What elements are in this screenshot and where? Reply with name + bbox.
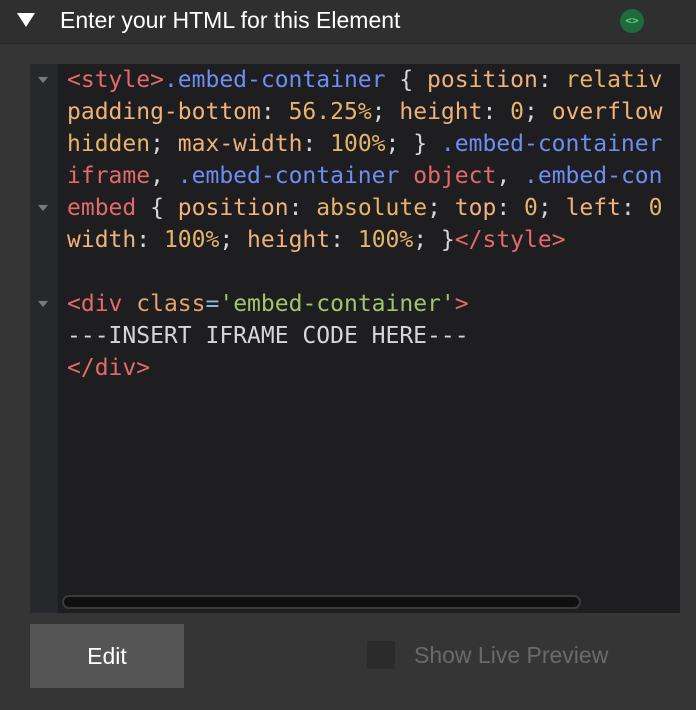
code-token: : — [537, 67, 566, 93]
code-token: : — [288, 195, 317, 221]
code-token: .embed-container — [440, 131, 663, 157]
code-token: max-width — [177, 131, 303, 157]
code-token: 0 — [648, 195, 663, 221]
code-token: ; — [524, 99, 552, 125]
code-token: absolute — [316, 195, 428, 221]
panel-header[interactable]: Enter your HTML for this Element <> — [0, 0, 696, 44]
code-token: class — [136, 291, 206, 317]
code-token: ; } — [413, 227, 455, 253]
code-content[interactable]: <style>.embed-container { position: rela… — [67, 64, 680, 384]
code-token: height — [399, 99, 483, 125]
code-token: </style> — [454, 227, 566, 253]
code-token: { — [385, 67, 428, 93]
code-line[interactable]: ---INSERT IFRAME CODE HERE--- — [67, 320, 680, 352]
code-token: 'embed-container' — [219, 291, 455, 317]
code-token: : — [482, 99, 511, 125]
code-token: ---INSERT IFRAME CODE HERE--- — [67, 323, 469, 349]
code-token: <div — [67, 291, 123, 317]
code-line[interactable]: </div> — [67, 352, 680, 384]
code-token: : — [260, 99, 289, 125]
code-token: .embed-container — [177, 163, 400, 189]
code-editor[interactable]: <style>.embed-container { position: rela… — [30, 64, 680, 613]
code-line[interactable]: padding-bottom: 56.25%; height: 0; overf… — [67, 96, 680, 128]
code-token: relativ — [565, 67, 663, 93]
code-token: 100% — [357, 227, 414, 253]
live-preview-label[interactable]: Show Live Preview — [414, 641, 608, 669]
code-token: object — [413, 163, 497, 189]
code-token: .embed-con — [524, 163, 663, 189]
code-line[interactable]: <div class='embed-container'> — [67, 288, 680, 320]
code-token: position — [427, 67, 538, 93]
editor-gutter — [30, 64, 58, 613]
code-token: ; — [371, 99, 400, 125]
code-token: position — [177, 195, 289, 221]
code-line[interactable]: iframe, .embed-container object, .embed-… — [67, 160, 680, 192]
html-element-panel: Enter your HTML for this Element <> <sty… — [0, 0, 696, 710]
code-token: left — [565, 195, 621, 221]
fold-arrow-icon[interactable] — [38, 301, 48, 307]
horizontal-scrollbar[interactable] — [62, 595, 581, 609]
code-token: : — [496, 195, 525, 221]
code-token: top — [454, 195, 497, 221]
code-token: = — [205, 291, 220, 317]
live-preview-checkbox[interactable] — [367, 641, 395, 669]
code-token: </div> — [67, 355, 151, 381]
code-token: .embed-container — [163, 67, 386, 93]
code-line[interactable]: <style>.embed-container { position: rela… — [67, 64, 680, 96]
code-token: 100% — [163, 227, 220, 253]
code-token: : — [620, 195, 649, 221]
code-token: { — [136, 195, 178, 221]
collapse-triangle-icon[interactable] — [17, 13, 35, 27]
code-token: hidden — [67, 131, 151, 157]
code-token: : — [302, 131, 331, 157]
code-token: 0 — [510, 99, 525, 125]
edit-button[interactable]: Edit — [30, 624, 184, 688]
code-token: , — [150, 163, 178, 189]
code-token: embed — [67, 195, 137, 221]
code-line[interactable]: width: 100%; height: 100%; }</style> — [67, 224, 680, 256]
code-token: 100% — [330, 131, 386, 157]
fold-arrow-icon[interactable] — [38, 205, 48, 211]
code-token: ; } — [385, 131, 441, 157]
code-token: 56.25% — [288, 99, 372, 125]
fold-arrow-icon[interactable] — [38, 77, 48, 83]
code-token: : — [136, 227, 164, 253]
code-token: padding-bottom — [67, 99, 261, 125]
code-token: , — [496, 163, 525, 189]
panel-title: Enter your HTML for this Element — [60, 7, 401, 33]
code-token: ; — [219, 227, 248, 253]
code-token: height — [247, 227, 331, 253]
code-token: : — [330, 227, 358, 253]
code-token: <style> — [67, 67, 164, 93]
code-token: ; — [537, 195, 566, 221]
code-token: iframe — [67, 163, 151, 189]
code-token: > — [454, 291, 469, 317]
code-token: ; — [150, 131, 178, 157]
code-line[interactable]: hidden; max-width: 100%; } .embed-contai… — [67, 128, 680, 160]
code-token: overflow — [551, 99, 663, 125]
code-token: 0 — [524, 195, 538, 221]
code-brackets-icon[interactable]: <> — [620, 9, 644, 33]
code-token: ; — [427, 195, 455, 221]
code-line[interactable]: embed { position: absolute; top: 0; left… — [67, 192, 680, 224]
code-token: width — [67, 227, 137, 253]
code-line[interactable] — [67, 256, 680, 288]
